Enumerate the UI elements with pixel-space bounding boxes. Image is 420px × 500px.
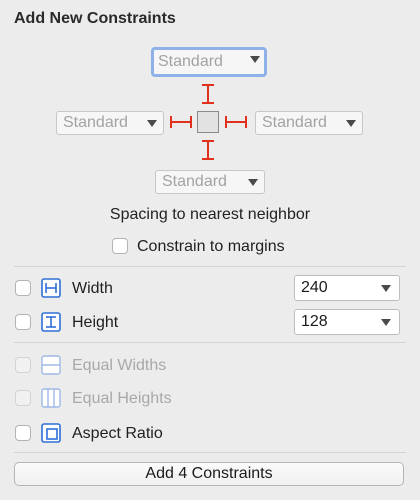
equal-widths-label: Equal Widths	[72, 357, 167, 374]
constrain-margins-checkbox[interactable]	[112, 238, 128, 254]
aspect-ratio-label: Aspect Ratio	[72, 425, 163, 442]
constrain-margins-label: Constrain to margins	[137, 238, 285, 255]
add-constraints-button[interactable]: Add 4 Constraints	[14, 462, 404, 486]
equal-widths-checkbox[interactable]	[15, 357, 31, 373]
width-value: 240	[301, 279, 328, 296]
height-constraint-icon	[41, 312, 61, 332]
top-spacing-dropdown[interactable]: Standard	[151, 47, 267, 77]
divider	[14, 452, 406, 453]
width-value-dropdown[interactable]: 240	[294, 275, 400, 301]
height-value-dropdown[interactable]: 128	[294, 309, 400, 335]
spacing-caption: Spacing to nearest neighbor	[109, 206, 311, 223]
chevron-down-icon	[381, 319, 391, 326]
height-label: Height	[72, 314, 119, 331]
chevron-down-icon	[346, 120, 356, 127]
width-label: Width	[72, 280, 113, 297]
bottom-constraint-toggle[interactable]	[202, 140, 214, 160]
width-checkbox[interactable]	[15, 280, 31, 296]
top-constraint-toggle[interactable]	[202, 84, 214, 104]
width-constraint-icon	[41, 278, 61, 298]
selected-view-box	[197, 111, 219, 133]
chevron-down-icon	[381, 285, 391, 292]
aspect-ratio-checkbox[interactable]	[15, 425, 31, 441]
equal-heights-checkbox[interactable]	[15, 390, 31, 406]
right-constraint-toggle[interactable]	[225, 116, 247, 128]
add-constraints-panel: Add New Constraints Standard Standard St…	[0, 0, 420, 500]
height-checkbox[interactable]	[15, 314, 31, 330]
divider	[14, 266, 406, 267]
chevron-down-icon	[248, 179, 258, 186]
aspect-ratio-icon	[41, 423, 61, 443]
chevron-down-icon	[147, 120, 157, 127]
divider	[14, 342, 406, 343]
bottom-spacing-dropdown[interactable]: Standard	[155, 170, 265, 194]
left-spacing-value: Standard	[63, 114, 128, 131]
height-value: 128	[301, 313, 328, 330]
chevron-down-icon	[250, 56, 260, 63]
equal-widths-icon	[41, 355, 61, 375]
left-spacing-dropdown[interactable]: Standard	[56, 111, 164, 135]
top-spacing-value: Standard	[158, 53, 223, 70]
add-constraints-button-label: Add 4 Constraints	[145, 465, 273, 482]
right-spacing-value: Standard	[262, 114, 327, 131]
right-spacing-dropdown[interactable]: Standard	[255, 111, 363, 135]
bottom-spacing-value: Standard	[162, 173, 227, 190]
equal-heights-label: Equal Heights	[72, 390, 172, 407]
panel-title: Add New Constraints	[14, 10, 176, 27]
equal-heights-icon	[41, 388, 61, 408]
left-constraint-toggle[interactable]	[170, 116, 192, 128]
